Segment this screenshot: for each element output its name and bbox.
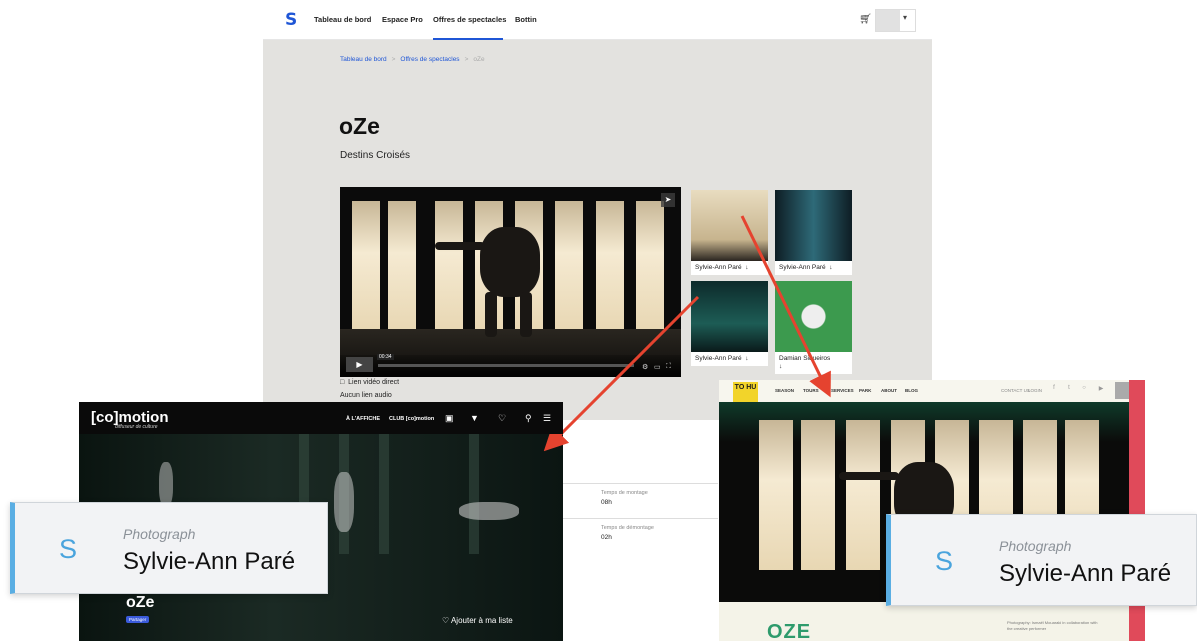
photo-credit: Photography: Ismaël Mouaraki in collabor… [1007,620,1098,631]
download-icon[interactable]: ↓ [745,264,748,271]
demontage-label: Temps de démontage [601,525,654,531]
play-button[interactable]: ▶ [346,357,373,372]
settings-icon[interactable]: ⚙ [642,363,648,371]
audio-link: Aucun lien audio [340,392,392,399]
share-button[interactable]: Partager [126,616,150,623]
facebook-icon[interactable]: f [1049,385,1059,395]
thumbnail-image [775,281,852,352]
breadcrumb-separator: > [464,56,469,63]
comotion-tagline: diffuseur de culture [115,424,158,430]
site-menu-blog[interactable]: BLOG [905,388,918,393]
nav-item-tableau-de-bord[interactable]: Tableau de bord [314,15,371,24]
site-show-title: OZE [767,621,812,641]
download-icon[interactable]: ↓ [779,363,782,370]
avatar [876,10,900,31]
thumbnail-image [775,190,852,261]
breadcrumb-separator: > [391,56,396,63]
callout-initial: S [935,546,954,576]
download-icon[interactable]: ↓ [829,264,832,271]
site-menu-park[interactable]: PARK [859,388,871,393]
app-window: S Tableau de bord Espace Pro Offres de s… [263,0,932,420]
app-logo[interactable]: S [285,11,301,29]
facebook-icon[interactable]: ▣ [445,413,454,424]
details-panel: Temps de montage 08h Temps de démontage … [563,420,723,570]
basket-icon[interactable]: ▼ [470,413,479,423]
site-menu-season[interactable]: SEASON [775,388,794,393]
breadcrumb-current: oZe [473,56,485,63]
add-to-list-button[interactable]: ♡ Ajouter à ma liste [442,616,513,625]
send-icon[interactable]: ➤ [661,193,675,207]
breadcrumb: Tableau de bord > Offres de spectacles > oZe [340,56,485,63]
thumbnail-caption: Sylvie-Ann Paré ↓ [695,264,749,271]
video-player[interactable]: ➤ ▶ 00:34 ⚙ ▭ ⛶ [340,187,681,377]
callout-name: Sylvie-Ann Paré [123,548,296,575]
comotion-show-title: oZe [126,594,155,611]
page-title: oZe [339,113,380,139]
cart-icon[interactable]: 🛒︎ [859,14,872,25]
thumbnail-image [691,281,768,352]
breadcrumb-section[interactable]: Offres de spectacles [400,56,459,63]
search-icon[interactable]: ⚲ [525,413,532,424]
montage-value: 08h [601,499,612,506]
video-link-icon: □ [340,379,345,386]
callout-initial: S [59,534,78,564]
thumbnail-image [691,190,768,261]
account-menu[interactable]: ▾ [875,9,916,32]
site-menu-services[interactable]: SERVICES [831,388,854,393]
search-icon[interactable] [1115,382,1129,399]
airplay-icon[interactable]: ▭ [654,363,661,371]
thumbnail-1[interactable]: Sylvie-Ann Paré ↓ [691,190,768,275]
video-time: 00:34 [377,354,394,360]
thumbnail-3[interactable]: Sylvie-Ann Paré ↓ [691,281,768,366]
heart-icon: ♡ [442,616,450,625]
thumbnail-caption: Sylvie-Ann Paré ↓ [695,355,749,362]
nav-item-bottin[interactable]: Bottin [515,15,537,24]
video-link[interactable]: Lien vidéo direct [348,379,399,386]
download-icon[interactable]: ↓ [745,355,748,362]
fullscreen-icon[interactable]: ⛶ [666,363,671,371]
progress-bar[interactable] [378,364,634,367]
callout-role: Photograph [999,538,1072,554]
twitter-icon[interactable]: t [1064,385,1074,395]
photographer-callout-right: S Photograph Sylvie-Ann Paré [886,514,1197,606]
active-nav-indicator [433,38,503,40]
menu-a-laffiche[interactable]: À L'AFFICHE [346,416,380,422]
callout-role: Photograph [123,526,196,542]
top-nav: S Tableau de bord Espace Pro Offres de s… [263,0,932,40]
site-login-link[interactable]: LOGIN [1028,388,1042,393]
site-contact-link[interactable]: CONTACT US [1001,388,1030,393]
thumbnail-caption: Sylvie-Ann Paré ↓ [779,264,833,271]
dancer-figure [480,227,540,297]
thumbnail-4[interactable]: Damian Siqueiros ↓ [775,281,852,374]
callout-name: Sylvie-Ann Paré [999,560,1172,587]
demontage-value: 02h [601,534,612,541]
menu-icon[interactable]: ☰ [543,413,551,424]
comotion-header: [co]motion diffuseur de culture À L'AFFI… [79,402,563,434]
menu-club-comotion[interactable]: CLUB [co]motion [389,416,434,422]
heart-icon[interactable]: ♡ [498,413,506,424]
instagram-icon[interactable]: ○ [1079,385,1089,395]
page-subtitle: Destins Croisés [340,150,411,161]
site-header: TO HU SEASON TOURS SERVICES PARK ABOUT B… [719,380,1145,404]
youtube-icon[interactable]: ▶ [1096,385,1106,395]
montage-label: Temps de montage [601,490,648,496]
site-logo[interactable]: TO HU [733,382,758,404]
breadcrumb-home[interactable]: Tableau de bord [340,56,387,63]
chevron-down-icon: ▾ [903,13,908,22]
thumbnail-caption: Damian Siqueiros ↓ [779,355,831,370]
thumbnail-2[interactable]: Sylvie-Ann Paré ↓ [775,190,852,275]
nav-item-espace-pro[interactable]: Espace Pro [382,15,423,24]
nav-item-offres-de-spectacles[interactable]: Offres de spectacles [433,15,506,24]
photographer-callout-left: S Photograph Sylvie-Ann Paré [10,502,328,594]
site-menu-about[interactable]: ABOUT [881,388,897,393]
site-menu-tours[interactable]: TOURS [803,388,819,393]
